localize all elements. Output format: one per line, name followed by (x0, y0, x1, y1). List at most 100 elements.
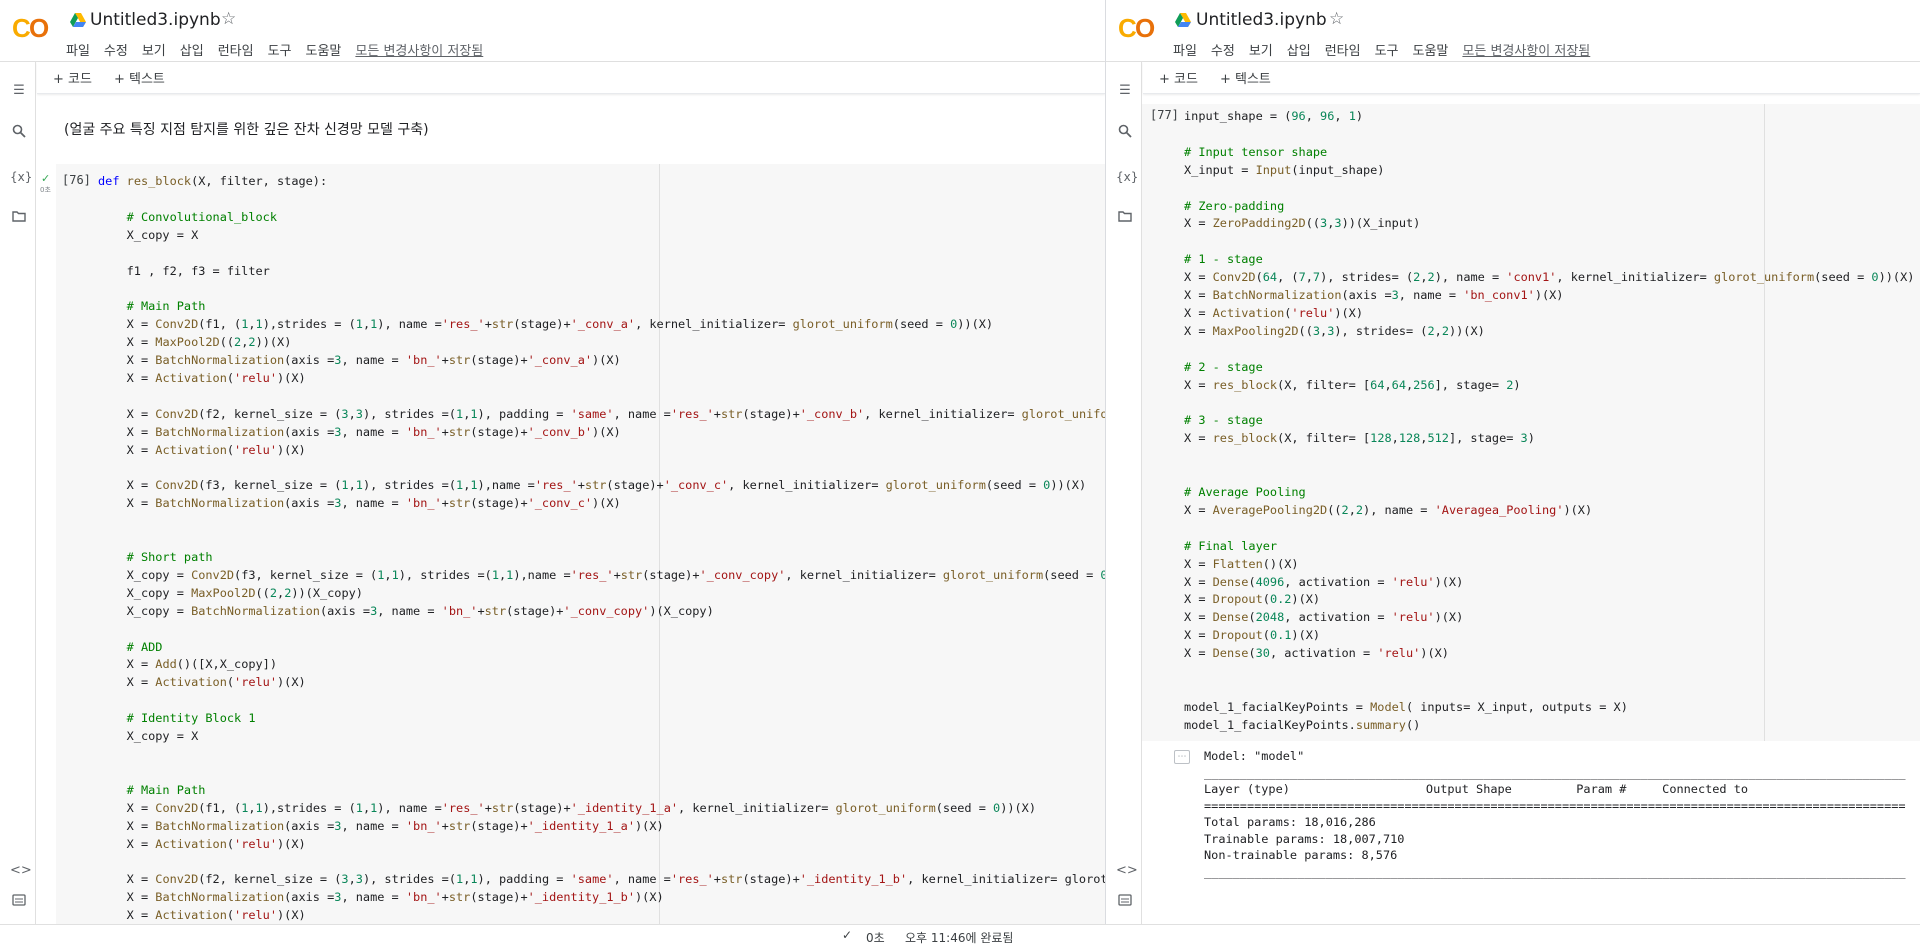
code-line: # ADD (126, 639, 163, 654)
code-line: X = Activation('relu')(X) (1184, 305, 1363, 320)
output-actions-icon[interactable]: ⋯ (1174, 750, 1190, 764)
notebook-pane-right: C O Untitled3.ipynb ☆ 파일 수정 보기 삽입 런타임 도구… (1105, 0, 1920, 946)
search-icon[interactable] (1116, 124, 1134, 142)
code-line: X = res_block(X, filter= [64,64,256], st… (1184, 377, 1521, 392)
code-line: X = BatchNormalization(axis =3, name = '… (98, 818, 664, 833)
add-text-button[interactable]: + 텍스트 (114, 68, 165, 87)
status-completed[interactable]: 오후 11:46에 완료됨 (905, 929, 1013, 946)
table-of-contents-icon[interactable]: ☰ (1116, 82, 1134, 100)
code-line: # Average Pooling (1184, 485, 1306, 500)
code-line: X = BatchNormalization(axis =3, name = '… (98, 353, 621, 368)
code-line: X = Conv2D(f1, (1,1),strides = (1,1), na… (98, 317, 994, 332)
code-line: X = Dense(4096, activation = 'relu')(X) (1184, 574, 1464, 589)
code-cell-77[interactable]: [77] input_shape = (96, 96, 1) # Input t… (1142, 104, 1920, 741)
output-line: ________________________________________… (1204, 864, 1906, 879)
menu-tools[interactable]: 도구 (1375, 40, 1399, 59)
notebook-header: C O Untitled3.ipynb ☆ 파일 수정 보기 삽입 런타임 도구… (1106, 0, 1920, 62)
code-snippets-icon[interactable]: <> (10, 862, 32, 880)
folder-icon[interactable] (10, 210, 28, 228)
code-line: X = Dense(30, activation = 'relu')(X) (1184, 646, 1449, 661)
code-line: X = Conv2D(64, (7,7), strides= (2,2), na… (1184, 270, 1915, 285)
cell-toolbar: + 코드 + 텍스트 (1143, 62, 1920, 94)
exec-count: [76] (62, 173, 91, 187)
colab-logo-icon[interactable]: C O (1118, 14, 1156, 42)
folder-icon[interactable] (1116, 210, 1134, 228)
exec-count: [77] (1150, 108, 1179, 122)
menu-bar: 파일 수정 보기 삽입 런타임 도구 도움말 모든 변경사항이 저장됨 (1173, 40, 1590, 59)
saved-status-link[interactable]: 모든 변경사항이 저장됨 (355, 40, 483, 59)
code-line: X = Add()([X,X_copy]) (98, 657, 277, 672)
table-of-contents-icon[interactable]: ☰ (10, 82, 28, 100)
code-line: X_copy = X (98, 729, 199, 744)
code-line: X = Conv2D(f2, kernel_size = (3,3), stri… (98, 406, 1105, 421)
menu-runtime[interactable]: 런타임 (1325, 40, 1361, 59)
code-line: # Main Path (126, 299, 206, 314)
code-line: def res_block(X, filter, stage): (98, 174, 328, 188)
add-code-button[interactable]: + 코드 (1159, 68, 1198, 87)
cell-output: Model: "model" __________________________… (1204, 748, 1906, 880)
code-line: X = res_block(X, filter= [128,128,512], … (1184, 431, 1535, 446)
code-line: # Main Path (126, 782, 206, 797)
text-cell-heading[interactable]: (얼굴 주요 특징 지점 탐지를 위한 깊은 잔차 신경망 모델 구축) (64, 119, 429, 139)
add-code-button[interactable]: + 코드 (53, 68, 92, 87)
menu-runtime[interactable]: 런타임 (218, 40, 254, 59)
code-line: X_copy = MaxPool2D((2,2))(X_copy) (98, 585, 363, 600)
add-text-button[interactable]: + 텍스트 (1220, 68, 1271, 87)
cell-toolbar: + 코드 + 텍스트 (37, 62, 1105, 94)
code-editor[interactable]: input_shape = (96, 96, 1) # Input tensor… (1184, 108, 1914, 735)
menu-edit[interactable]: 수정 (1211, 40, 1235, 59)
menu-insert[interactable]: 삽입 (180, 40, 204, 59)
notebook-pane-left: C O Untitled3.ipynb ☆ 파일 수정 보기 삽입 런타임 도구… (0, 0, 1105, 946)
colab-logo-icon[interactable]: C O (12, 14, 50, 42)
google-drive-icon (70, 13, 86, 27)
menu-view[interactable]: 보기 (1249, 40, 1273, 59)
code-line: X = Conv2D(f3, kernel_size = (1,1), stri… (98, 478, 1087, 493)
notebook-title[interactable]: Untitled3.ipynb (90, 10, 221, 30)
menu-file[interactable]: 파일 (66, 40, 90, 59)
menu-tools[interactable]: 도구 (268, 40, 292, 59)
variables-icon[interactable]: {x} (1116, 168, 1138, 186)
code-cell-76[interactable]: [76] def res_block(X, filter, stage): # … (56, 164, 1105, 924)
code-line: # Identity Block 1 (126, 711, 256, 726)
output-line: ________________________________________… (1204, 765, 1906, 780)
status-elapsed: 0초 (866, 931, 885, 945)
command-palette-icon[interactable] (1116, 894, 1134, 912)
exec-time-label: 0초 (40, 186, 51, 194)
variables-icon[interactable]: {x} (10, 168, 32, 186)
menu-help[interactable]: 도움말 (1413, 40, 1449, 59)
code-line: X = Activation('relu')(X) (98, 675, 306, 690)
notebook-title[interactable]: Untitled3.ipynb (1196, 10, 1327, 30)
star-icon[interactable]: ☆ (221, 9, 236, 29)
menu-help[interactable]: 도움말 (306, 40, 342, 59)
menu-view[interactable]: 보기 (142, 40, 166, 59)
left-rail: ☰ {x} <> (1106, 62, 1142, 946)
code-line: X = BatchNormalization(axis =3, name = '… (98, 496, 621, 511)
menu-file[interactable]: 파일 (1173, 40, 1197, 59)
star-icon[interactable]: ☆ (1329, 9, 1344, 29)
code-line: X = Conv2D(f2, kernel_size = (3,3), stri… (98, 872, 1105, 887)
search-icon[interactable] (10, 124, 28, 142)
code-line: # Final layer (1184, 538, 1278, 553)
command-palette-icon[interactable] (10, 894, 28, 912)
code-line: input_shape = (96, 96, 1) (1184, 109, 1364, 123)
code-snippets-icon[interactable]: <> (1116, 862, 1138, 880)
saved-status-link[interactable]: 모든 변경사항이 저장됨 (1462, 40, 1590, 59)
menu-edit[interactable]: 수정 (104, 40, 128, 59)
menu-insert[interactable]: 삽입 (1287, 40, 1311, 59)
code-line: X = Activation('relu')(X) (98, 442, 306, 457)
code-editor[interactable]: def res_block(X, filter, stage): # Convo… (98, 173, 1105, 924)
code-line: # Short path (126, 550, 213, 565)
code-line: # Input tensor shape (1184, 144, 1328, 159)
code-line: X = Dropout(0.2)(X) (1184, 592, 1321, 607)
